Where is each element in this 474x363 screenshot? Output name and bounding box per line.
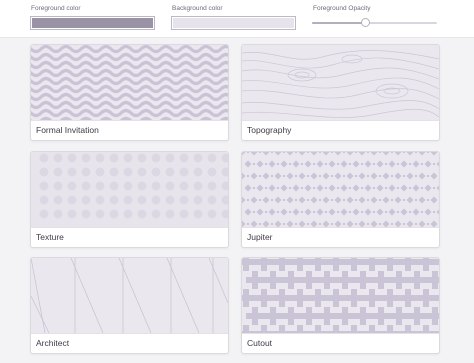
foreground-opacity-label: Foreground Opacity xyxy=(313,5,371,12)
pattern-card-jupiter[interactable]: Jupiter xyxy=(241,151,440,248)
pattern-card-topography[interactable]: Topography xyxy=(241,44,440,141)
cross-tile-pattern-icon xyxy=(242,258,439,333)
pattern-card-architect[interactable]: Architect xyxy=(30,257,229,354)
background-color-label: Background color xyxy=(172,5,223,12)
card-divider xyxy=(31,120,228,121)
pattern-card-formal-invitation[interactable]: Formal Invitation xyxy=(30,44,229,141)
wave-pattern-icon xyxy=(31,45,228,120)
pattern-controls-toolbar: Foreground color Background color Foregr… xyxy=(0,0,474,38)
pattern-name: Jupiter xyxy=(247,232,273,242)
texture-pattern-icon xyxy=(31,152,228,227)
pattern-card-cutout[interactable]: Cutout xyxy=(241,257,440,354)
background-color-picker[interactable] xyxy=(171,16,296,30)
card-divider xyxy=(31,333,228,334)
pattern-name: Cutout xyxy=(247,338,273,348)
card-divider xyxy=(242,120,439,121)
card-divider xyxy=(242,333,439,334)
foreground-color-picker[interactable] xyxy=(30,16,155,30)
card-divider xyxy=(242,227,439,228)
pattern-name: Architect xyxy=(36,338,70,348)
pattern-name: Formal Invitation xyxy=(36,125,99,135)
pattern-name: Topography xyxy=(247,125,292,135)
foreground-color-label: Foreground color xyxy=(31,5,81,12)
foreground-opacity-slider[interactable] xyxy=(312,17,437,29)
background-color-swatch xyxy=(173,18,294,28)
card-divider xyxy=(31,227,228,228)
slider-thumb[interactable] xyxy=(360,18,370,27)
pattern-name: Texture xyxy=(36,232,64,242)
lattice-pattern-icon xyxy=(242,152,439,227)
contour-pattern-icon xyxy=(242,45,439,120)
pattern-gallery-page: Foreground color Background color Foregr… xyxy=(0,0,474,363)
pattern-card-texture[interactable]: Texture xyxy=(30,151,229,248)
foreground-color-swatch xyxy=(32,18,153,28)
diagonal-lines-pattern-icon xyxy=(31,258,228,333)
slider-filled-track xyxy=(312,22,366,24)
